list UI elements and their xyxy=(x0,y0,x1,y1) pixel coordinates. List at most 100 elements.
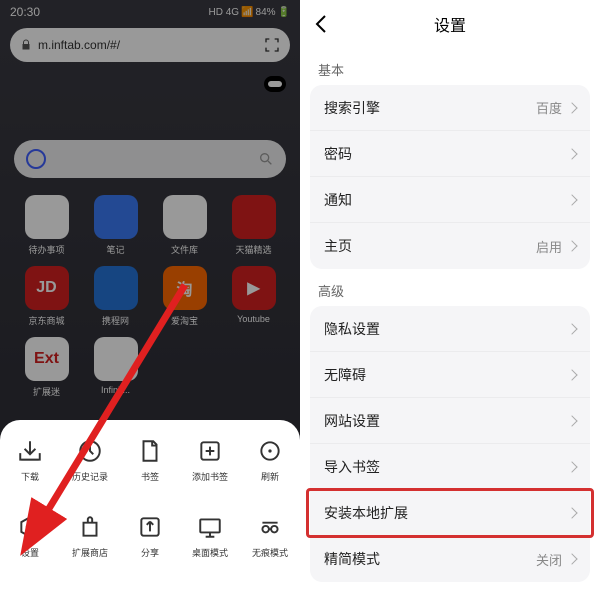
settings-row-advanced-1[interactable]: 无障碍 xyxy=(310,352,590,398)
row-label: 搜索引擎 xyxy=(324,98,380,118)
search-engine-logo-icon xyxy=(26,149,46,169)
app-Infinit...[interactable]: Infinit... xyxy=(86,337,146,398)
history-icon xyxy=(77,438,103,464)
menu-label: 书签 xyxy=(141,470,159,483)
bookmark-icon xyxy=(137,438,163,464)
scan-icon[interactable] xyxy=(264,37,280,53)
app-文件库[interactable]: 文件库 xyxy=(155,195,215,256)
row-label: 通知 xyxy=(324,190,352,210)
refresh-icon xyxy=(257,438,283,464)
share-icon xyxy=(137,514,163,540)
page-title: 设置 xyxy=(434,12,466,36)
menu-label: 设置 xyxy=(21,546,39,559)
menu-incognito-button[interactable]: 无痕模式 xyxy=(240,514,300,586)
app-待办事项[interactable]: 待办事项 xyxy=(17,195,77,256)
status-time: 20:30 xyxy=(10,5,40,19)
app-Youtube[interactable]: ▶Youtube xyxy=(224,266,284,327)
app-label: Youtube xyxy=(237,314,270,324)
settings-row-advanced-2[interactable]: 网站设置 xyxy=(310,398,590,444)
row-value: 关闭 xyxy=(536,550,562,569)
menu-label: 桌面模式 xyxy=(192,546,228,559)
chevron-right-icon xyxy=(566,507,577,518)
app-icon xyxy=(94,337,138,381)
app-empty xyxy=(224,337,284,398)
app-icon xyxy=(232,195,276,239)
home-app-grid: 待办事项笔记文件库天猫精选JD京东商城携程网淘爱淘宝▶YoutubeExt扩展迷… xyxy=(0,195,300,408)
menu-label: 分享 xyxy=(141,546,159,559)
battery-indicator: 84% xyxy=(256,7,276,18)
menu-bottom-sheet: 下载 历史记录 书签 添加书签刷新设置 扩展商店 分享 桌面模式无痕模式 xyxy=(0,420,300,600)
battery-icon: 🔋 xyxy=(278,7,290,18)
app-label: 京东商城 xyxy=(28,314,64,327)
home-search-bar[interactable] xyxy=(14,140,286,178)
settings-row-advanced-3[interactable]: 导入书签 xyxy=(310,444,590,490)
menu-desktop-button[interactable]: 桌面模式 xyxy=(180,514,240,586)
settings-row-basic-1[interactable]: 密码 xyxy=(310,131,590,177)
app-label: 天猫精选 xyxy=(235,243,271,256)
chevron-right-icon xyxy=(566,323,577,334)
app-label: Infinit... xyxy=(101,385,130,395)
app-label: 携程网 xyxy=(102,314,129,327)
settings-row-basic-0[interactable]: 搜索引擎百度 xyxy=(310,85,590,131)
settings-group-advanced: 隐私设置无障碍网站设置导入书签安装本地扩展精简模式 关闭 xyxy=(310,306,590,582)
row-label: 主页 xyxy=(324,236,352,256)
chevron-right-icon xyxy=(566,148,577,159)
settings-row-advanced-0[interactable]: 隐私设置 xyxy=(310,306,590,352)
menu-share-button[interactable]: 分享 xyxy=(120,514,180,586)
app-label: 扩展迷 xyxy=(33,385,60,398)
app-icon: JD xyxy=(25,266,69,310)
menu-label: 添加书签 xyxy=(192,470,228,483)
menu-label: 下载 xyxy=(21,470,39,483)
app-笔记[interactable]: 笔记 xyxy=(86,195,146,256)
chevron-right-icon xyxy=(566,102,577,113)
address-bar[interactable]: m.inftab.com/#/ xyxy=(10,28,290,62)
app-icon: 淘 xyxy=(163,266,207,310)
menu-grid: 下载 历史记录 书签 添加书签刷新设置 扩展商店 分享 桌面模式无痕模式 xyxy=(0,438,300,586)
section-title-basic: 基本 xyxy=(300,48,600,85)
menu-add-bookmark-button[interactable]: 添加书签 xyxy=(180,438,240,510)
app-爱淘宝[interactable]: 淘爱淘宝 xyxy=(155,266,215,327)
chevron-right-icon xyxy=(566,369,577,380)
menu-download-button[interactable]: 下载 xyxy=(0,438,60,510)
app-京东商城[interactable]: JD 京东商城 xyxy=(17,266,77,327)
menu-bookmark-button[interactable]: 书签 xyxy=(120,438,180,510)
settings-row-advanced-4[interactable]: 安装本地扩展 xyxy=(310,490,590,536)
status-bar: 20:30 HD 4G 📶 84% 🔋 xyxy=(0,0,300,24)
settings-icon xyxy=(17,514,43,540)
row-label: 网站设置 xyxy=(324,411,380,431)
section-title-advanced: 高级 xyxy=(300,269,600,306)
row-value: 启用 xyxy=(536,237,562,256)
left-phone-screenshot: 20:30 HD 4G 📶 84% 🔋 m.inftab.com/#/ 待办事项… xyxy=(0,0,300,600)
app-携程网[interactable]: 携程网 xyxy=(86,266,146,327)
back-icon[interactable] xyxy=(310,12,334,36)
app-icon xyxy=(94,266,138,310)
chevron-right-icon xyxy=(566,240,577,251)
app-label: 笔记 xyxy=(106,243,124,256)
app-icon xyxy=(25,195,69,239)
status-icons: HD 4G 📶 84% 🔋 xyxy=(209,7,290,18)
app-icon xyxy=(163,195,207,239)
incognito-icon xyxy=(257,514,283,540)
menu-refresh-button[interactable]: 刷新 xyxy=(240,438,300,510)
app-扩展迷[interactable]: Ext 扩展迷 xyxy=(17,337,77,398)
tabs-badge[interactable] xyxy=(264,76,286,92)
app-天猫精选[interactable]: 天猫精选 xyxy=(224,195,284,256)
row-label: 精简模式 xyxy=(324,549,380,569)
menu-settings-button[interactable]: 设置 xyxy=(0,514,60,586)
app-icon: Ext xyxy=(25,337,69,381)
app-label: 爱淘宝 xyxy=(171,314,198,327)
chevron-right-icon xyxy=(566,194,577,205)
menu-label: 扩展商店 xyxy=(72,546,108,559)
desktop-icon xyxy=(197,514,223,540)
app-label: 待办事项 xyxy=(28,243,64,256)
row-label: 无障碍 xyxy=(324,365,366,385)
row-label: 隐私设置 xyxy=(324,319,380,339)
lock-icon xyxy=(20,39,32,51)
settings-row-advanced-5[interactable]: 精简模式 关闭 xyxy=(310,536,590,582)
settings-row-basic-3[interactable]: 主页 启用 xyxy=(310,223,590,269)
menu-history-button[interactable]: 历史记录 xyxy=(60,438,120,510)
menu-extension-button[interactable]: 扩展商店 xyxy=(60,514,120,586)
network-indicator: HD 4G xyxy=(209,7,240,18)
settings-row-basic-2[interactable]: 通知 xyxy=(310,177,590,223)
download-icon xyxy=(17,438,43,464)
